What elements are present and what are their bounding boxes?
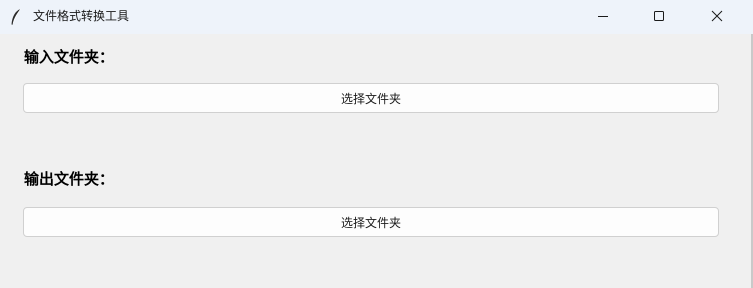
maximize-button[interactable] [636, 0, 682, 32]
input-folder-label: 输入文件夹： [24, 48, 115, 66]
window-title: 文件格式转换工具 [33, 9, 130, 23]
minimize-icon [597, 7, 609, 26]
output-folder-label: 输出文件夹： [24, 170, 115, 188]
minimize-button[interactable] [580, 0, 626, 32]
close-button[interactable] [694, 0, 740, 32]
title-bar[interactable]: 文件格式转换工具 [0, 0, 753, 34]
feather-icon [9, 8, 23, 26]
close-icon [711, 7, 723, 26]
select-output-folder-button[interactable]: 选择文件夹 [23, 207, 719, 237]
select-input-folder-button[interactable]: 选择文件夹 [23, 83, 719, 113]
maximize-icon [653, 7, 665, 26]
